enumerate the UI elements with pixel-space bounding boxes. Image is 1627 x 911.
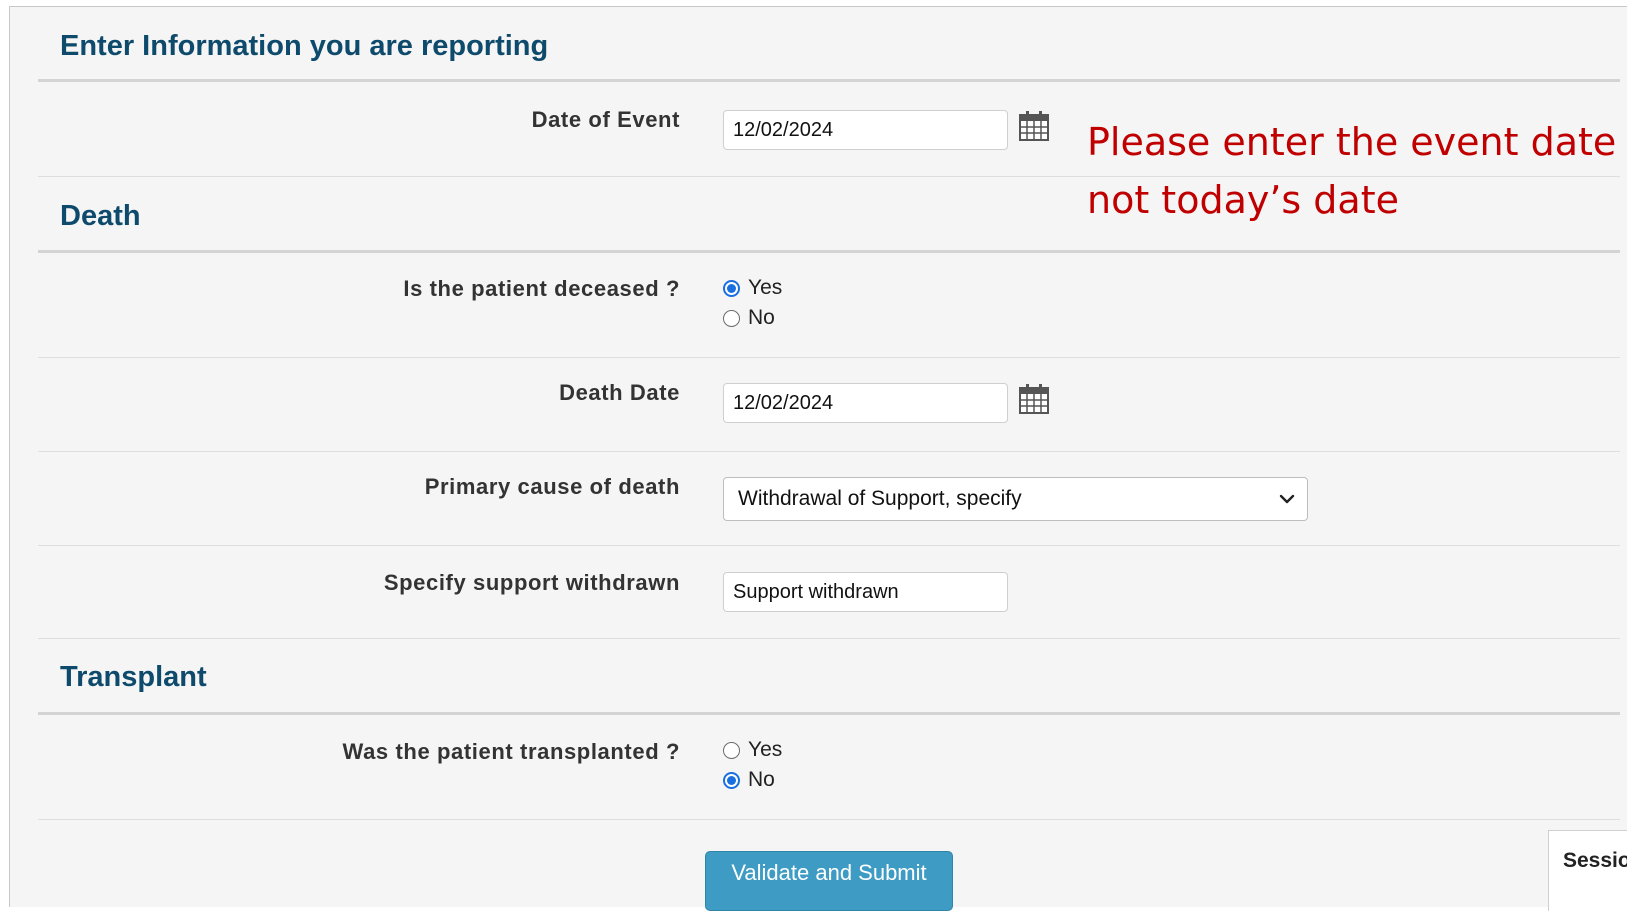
transplant-section-title: Transplant [60, 661, 207, 693]
chevron-down-icon [1279, 494, 1295, 504]
support-withdrawn-input[interactable] [723, 572, 1008, 612]
session-panel: Sessio [1548, 830, 1627, 911]
validate-submit-button[interactable]: Validate and Submit [705, 851, 953, 911]
section-divider [38, 250, 1620, 253]
event-date-label: Date of Event [531, 107, 680, 132]
transplanted-yes-option[interactable]: Yes [723, 737, 782, 763]
deceased-yes-label: Yes [748, 276, 783, 299]
deceased-no-radio[interactable] [723, 309, 740, 327]
death-section-title: Death [60, 200, 141, 232]
event-date-input[interactable] [723, 110, 1008, 150]
transplanted-no-option[interactable]: No [723, 767, 775, 793]
row-divider [38, 545, 1620, 546]
calendar-icon[interactable] [1018, 110, 1050, 142]
reporting-section-title: Enter Information you are reporting [60, 30, 549, 62]
calendar-icon[interactable] [1018, 383, 1050, 415]
primary-cause-label: Primary cause of death [424, 474, 680, 499]
support-withdrawn-label: Specify support withdrawn [383, 570, 680, 595]
deceased-no-label: No [748, 306, 775, 329]
transplanted-no-label: No [748, 768, 775, 791]
annotation-line-1: Please enter the event date [1087, 120, 1617, 164]
transplanted-label: Was the patient transplanted ? [342, 739, 680, 764]
death-date-input[interactable] [723, 383, 1008, 423]
section-divider [38, 79, 1620, 82]
row-divider [38, 819, 1620, 820]
deceased-no-option[interactable]: No [723, 305, 775, 331]
deceased-yes-radio[interactable] [723, 279, 740, 297]
deceased-label: Is the patient deceased ? [403, 276, 680, 301]
section-divider [38, 712, 1620, 715]
event-date-annotation: Please enter the event date not today’s … [1087, 113, 1616, 229]
row-divider [38, 451, 1620, 452]
transplanted-no-radio[interactable] [723, 771, 740, 789]
transplanted-yes-radio[interactable] [723, 741, 740, 759]
row-divider [38, 638, 1620, 639]
row-divider [38, 357, 1620, 358]
primary-cause-select[interactable]: Withdrawal of Support, specify [723, 477, 1308, 521]
death-date-label: Death Date [559, 380, 680, 405]
annotation-line-2: not today’s date [1087, 178, 1399, 222]
session-panel-label: Sessio [1563, 849, 1627, 872]
transplanted-yes-label: Yes [748, 738, 783, 761]
deceased-yes-option[interactable]: Yes [723, 275, 782, 301]
primary-cause-value: Withdrawal of Support, specify [738, 487, 1022, 510]
